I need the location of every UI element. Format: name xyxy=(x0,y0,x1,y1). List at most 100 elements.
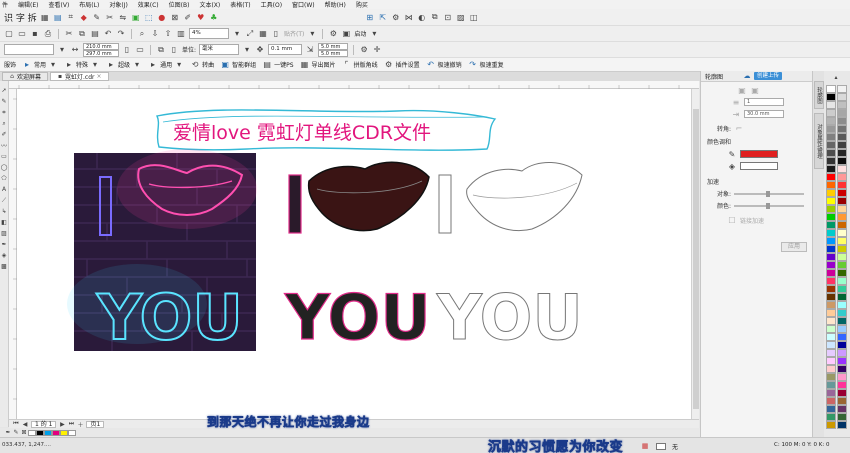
palette-swatch[interactable] xyxy=(837,349,847,357)
plugin-item-smart-group[interactable]: ▣ 智能群组 xyxy=(220,60,256,70)
text-tools-label[interactable]: 识 字 拆 xyxy=(4,11,37,24)
palette-swatch[interactable] xyxy=(837,221,847,229)
parallel-dimension-icon[interactable]: ⟋ xyxy=(1,197,8,204)
outline-artwork[interactable]: YOU xyxy=(436,161,583,355)
duplicate-distance-icon[interactable]: ⇲ xyxy=(305,45,315,55)
palette-swatch[interactable] xyxy=(837,141,847,149)
plugin-item-one-click-ps[interactable]: ▤ 一键PS xyxy=(262,60,293,70)
align-icon[interactable]: ⊞ xyxy=(365,12,375,22)
export-icon[interactable]: ⇱ xyxy=(378,12,388,22)
all-pages-icon[interactable]: ⧉ xyxy=(156,45,166,55)
undo-icon[interactable]: ↶ xyxy=(103,29,113,39)
freehand-tool-icon[interactable]: ✐ xyxy=(1,131,8,138)
redo-icon[interactable]: ↷ xyxy=(116,29,126,39)
plugin-item-settings[interactable]: ⚙ 插件设置 xyxy=(384,60,420,70)
document-color-swatch[interactable] xyxy=(28,429,36,436)
chevron-down-icon[interactable]: ▾ xyxy=(57,45,67,55)
cut-icon[interactable]: ⊠ xyxy=(170,12,180,22)
create-upload-button[interactable]: 创建上传 xyxy=(754,72,783,80)
zoom-level-field[interactable]: 4% xyxy=(189,28,229,39)
artistic-media-icon[interactable]: 〰 xyxy=(1,142,8,150)
page-height-field[interactable]: 297.0 mm xyxy=(83,49,119,57)
palette-swatch[interactable] xyxy=(837,413,847,421)
settings-icon[interactable]: ⚙ xyxy=(391,12,401,22)
plugin-item-fast-repeat[interactable]: ↷ 极速重复 xyxy=(468,60,503,70)
menu-item-bitmap[interactable]: 位图(B) xyxy=(169,0,190,9)
palette-swatch[interactable] xyxy=(826,117,836,125)
palette-swatch[interactable] xyxy=(837,365,847,373)
menu-item-window[interactable]: 窗口(W) xyxy=(292,0,315,9)
slider-knob[interactable] xyxy=(766,202,771,209)
palette-swatch[interactable] xyxy=(837,109,847,117)
palette-swatch[interactable] xyxy=(837,149,847,157)
palette-swatch[interactable] xyxy=(837,421,847,429)
palette-swatch[interactable] xyxy=(826,181,836,189)
nudge-distance-field[interactable]: 0.1 mm xyxy=(268,44,303,55)
tab-document[interactable]: ▪ 霓虹灯.cdr × xyxy=(50,72,109,81)
palette-swatch[interactable] xyxy=(837,237,847,245)
palette-swatch[interactable] xyxy=(826,261,836,269)
palette-swatch[interactable] xyxy=(826,189,836,197)
blend-tool-icon[interactable]: ◧ xyxy=(1,219,8,226)
palette-swatch[interactable] xyxy=(826,213,836,221)
cut-tool-icon[interactable]: ✂ xyxy=(64,29,74,39)
palette-swatch[interactable] xyxy=(837,245,847,253)
corner-icon[interactable]: ⌐ xyxy=(734,123,744,133)
snap-to-label[interactable]: 贴齐(T) xyxy=(284,29,304,38)
menu-item-edit[interactable]: 编辑(E) xyxy=(18,0,38,9)
palette-swatch[interactable] xyxy=(837,85,847,93)
palette-swatch[interactable] xyxy=(826,237,836,245)
chevron-down-icon[interactable]: ▾ xyxy=(242,45,252,55)
nudge-icon[interactable]: ✥ xyxy=(255,45,265,55)
palette-swatch[interactable] xyxy=(826,173,836,181)
palette-swatch[interactable] xyxy=(826,349,836,357)
palette-swatch[interactable] xyxy=(837,317,847,325)
menu-item-file[interactable]: 件 xyxy=(2,0,8,9)
chevron-down-icon[interactable]: ▾ xyxy=(369,29,379,39)
eyedropper-icon[interactable]: ✒ xyxy=(4,428,12,438)
save-icon[interactable]: ▪ xyxy=(30,29,40,39)
pen-icon[interactable]: ✎ xyxy=(12,428,20,438)
menu-item-help[interactable]: 帮助(H) xyxy=(325,0,346,9)
menu-item-effects[interactable]: 效果(C) xyxy=(138,0,159,9)
palette-swatch[interactable] xyxy=(837,381,847,389)
palette-swatch[interactable] xyxy=(837,261,847,269)
inside-icon[interactable]: ▣ xyxy=(750,85,760,95)
group-icon[interactable]: ▨ xyxy=(456,12,466,22)
unit-select[interactable]: 毫米 xyxy=(199,44,240,55)
width-icon[interactable]: ↔ xyxy=(70,45,80,55)
palette-swatch[interactable] xyxy=(837,117,847,125)
drawing-canvas[interactable]: 爱情love 霓虹灯单线CDR文件 YOU YOU YOU xyxy=(17,89,691,419)
crop-icon[interactable]: ⌗ xyxy=(66,12,76,22)
palette-swatch[interactable] xyxy=(826,381,836,389)
plugin-item-imposition[interactable]: ⌜ 拼版角线 xyxy=(342,60,378,70)
palette-swatch[interactable] xyxy=(826,405,836,413)
menu-item-object[interactable]: 对象(J) xyxy=(109,0,127,9)
palette-swatch[interactable] xyxy=(837,125,847,133)
plugin-item-super[interactable]: ▸ 超级 ▾ xyxy=(106,60,142,70)
chevron-down-icon[interactable]: ▾ xyxy=(307,29,317,39)
polygon-tool-icon[interactable]: ⬠ xyxy=(1,175,8,182)
palette-swatch[interactable] xyxy=(837,181,847,189)
document-color-swatch[interactable] xyxy=(60,429,68,436)
palette-swatch[interactable] xyxy=(826,221,836,229)
palette-swatch[interactable] xyxy=(826,397,836,405)
pdf-icon[interactable]: ▥ xyxy=(176,29,186,39)
palette-swatch[interactable] xyxy=(837,341,847,349)
no-color-icon[interactable]: ⊠ xyxy=(20,428,28,438)
import-icon[interactable]: ⇩ xyxy=(150,29,160,39)
palette-swatch[interactable] xyxy=(826,269,836,277)
menu-item-layout[interactable]: 布局(L) xyxy=(79,0,99,9)
slider-knob[interactable] xyxy=(766,190,771,197)
tab-welcome[interactable]: ⌂ 欢迎屏幕 xyxy=(2,72,49,81)
plugin-item-fast-undo[interactable]: ↶ 极速撤销 xyxy=(426,60,461,70)
menu-item-view[interactable]: 查看(V) xyxy=(49,0,70,9)
plugin-item-export-image[interactable]: ▦ 导出图片 xyxy=(300,60,336,70)
palette-swatch[interactable] xyxy=(837,389,847,397)
palette-swatch[interactable] xyxy=(826,165,836,173)
palette-swatch[interactable] xyxy=(837,173,847,181)
vertical-scrollbar[interactable] xyxy=(691,89,699,419)
palette-swatch[interactable] xyxy=(837,397,847,405)
plugin-item-common[interactable]: ▸ 常用 ▾ xyxy=(22,60,58,70)
menu-item-tools[interactable]: 工具(O) xyxy=(261,0,282,9)
